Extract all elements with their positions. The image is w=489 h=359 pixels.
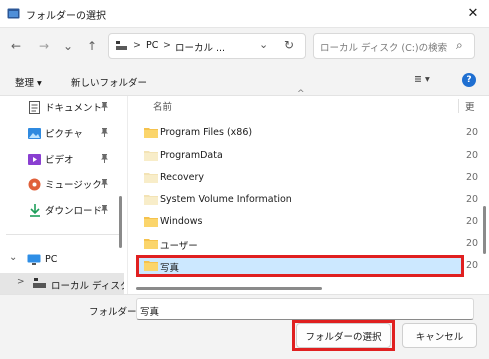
videos-icon [28, 153, 41, 166]
sidebar-divider [6, 234, 120, 235]
folder-picker-app-icon [7, 7, 20, 20]
organize-menu-button[interactable]: 整理 ▾ [15, 75, 42, 89]
sidebar-item-label: PC [45, 254, 58, 265]
search-icon[interactable]: ⌕ [456, 38, 463, 53]
folder-icon [144, 127, 158, 138]
close-button[interactable]: ✕ [462, 2, 484, 24]
sidebar-item-pc[interactable]: ⌄ PC [0, 249, 120, 271]
horizontal-scrollbar-thumb[interactable] [136, 287, 322, 290]
file-list-scrollbar-thumb[interactable] [483, 206, 486, 254]
help-icon[interactable]: ? [462, 73, 476, 87]
sidebar-item-local-disk[interactable]: > ローカル ディスク [0, 273, 124, 295]
pin-icon [101, 101, 108, 113]
modified-date: 20 [466, 150, 479, 161]
close-icon: ✕ [467, 5, 479, 21]
back-button[interactable]: ← [6, 36, 26, 56]
sidebar-item-videos[interactable]: ビデオ [0, 147, 120, 171]
modified-date: 20 [466, 238, 479, 249]
folder-name: Windows [160, 216, 203, 227]
column-header-name[interactable]: 名前 [153, 99, 172, 113]
list-item[interactable]: ユーザー 20 [136, 233, 478, 255]
list-item[interactable]: System Volume Information 20 [136, 189, 478, 211]
folder-name-value: 写真 [140, 307, 160, 318]
sidebar-item-label: ピクチャ [45, 129, 83, 140]
up-button[interactable]: ↑ [82, 36, 102, 56]
view-options-button[interactable]: ≣ ▾ [414, 74, 430, 85]
breadcrumb-pc[interactable]: PC [146, 40, 158, 51]
modified-date: 20 [466, 260, 479, 271]
monitor-icon [27, 254, 41, 269]
pin-icon [101, 204, 108, 216]
breadcrumb-local-disk[interactable]: ローカル ... [175, 40, 225, 54]
folder-icon [144, 238, 158, 249]
back-arrow-icon: ← [10, 39, 22, 53]
sidebar-item-label: ビデオ [45, 155, 74, 166]
address-history-chevron-icon[interactable]: ⌄ [259, 38, 268, 51]
pictures-icon [28, 127, 41, 140]
list-item[interactable]: Program Files (x86) 20 [136, 122, 478, 144]
folder-name: ProgramData [160, 150, 223, 161]
folder-name: Recovery [160, 172, 205, 183]
folder-icon [144, 150, 158, 161]
folder-field-label: フォルダー: [89, 307, 140, 318]
sidebar-item-label: ローカル ディスク [51, 281, 124, 292]
downloads-icon [28, 203, 41, 217]
folder-name: 写真 [160, 263, 180, 274]
breadcrumb-separator: > [163, 40, 171, 51]
pc-location-icon [115, 40, 128, 52]
sidebar-item-label: ドキュメント [45, 103, 103, 114]
chevron-down-icon[interactable]: ⌄ [9, 252, 17, 263]
search-placeholder: ローカル ディスク (C:)の検索 [320, 43, 448, 54]
cancel-button[interactable]: キャンセル [402, 323, 477, 348]
pin-icon [101, 178, 108, 190]
modified-date: 20 [466, 194, 479, 205]
folder-name: System Volume Information [160, 194, 292, 205]
forward-arrow-icon: → [38, 39, 50, 53]
sidebar-item-label: ダウンロード [45, 206, 103, 217]
column-divider[interactable] [458, 99, 459, 113]
folder-name: ユーザー [160, 241, 198, 252]
window-title: フォルダーの選択 [26, 11, 106, 22]
list-item[interactable]: Recovery 20 [136, 167, 478, 189]
recent-locations-button[interactable]: ⌄ [58, 36, 78, 56]
sidebar-item-documents[interactable]: ドキュメント [0, 95, 120, 119]
modified-date: 20 [466, 172, 479, 183]
select-folder-button[interactable]: フォルダーの選択 [296, 323, 391, 348]
modified-date: 20 [466, 127, 479, 138]
music-icon [28, 178, 41, 191]
list-item[interactable]: ProgramData 20 [136, 145, 478, 167]
forward-button[interactable]: → [34, 36, 54, 56]
folder-icon [144, 194, 158, 205]
folder-name-input[interactable]: 写真 [136, 298, 474, 320]
drive-icon [33, 278, 46, 292]
list-item-selected[interactable]: 写真 20 [136, 255, 478, 277]
sidebar-scrollbar-thumb[interactable] [119, 196, 122, 248]
folder-name: Program Files (x86) [160, 127, 253, 138]
chevron-down-icon: ⌄ [62, 39, 74, 53]
folder-icon [144, 172, 158, 183]
column-header-modified[interactable]: 更 [465, 99, 475, 113]
sidebar-item-pictures[interactable]: ピクチャ [0, 121, 120, 145]
refresh-icon[interactable]: ↻ [284, 38, 294, 52]
pin-icon [101, 127, 108, 139]
documents-icon [28, 100, 41, 114]
modified-date: 20 [466, 216, 479, 227]
chevron-right-icon[interactable]: > [17, 277, 25, 287]
new-folder-button[interactable]: 新しいフォルダー [71, 75, 147, 89]
pin-icon [101, 153, 108, 165]
sidebar-item-music[interactable]: ミュージック [0, 172, 120, 196]
list-item[interactable]: Windows 20 [136, 211, 478, 233]
sort-ascending-icon: ^ [297, 89, 305, 99]
folder-icon [144, 260, 158, 271]
up-arrow-icon: ↑ [86, 39, 98, 53]
sidebar-item-label: ミュージック [45, 180, 102, 191]
sidebar-item-downloads[interactable]: ダウンロード [0, 198, 120, 222]
breadcrumb-separator: > [133, 40, 141, 51]
folder-icon [144, 216, 158, 227]
